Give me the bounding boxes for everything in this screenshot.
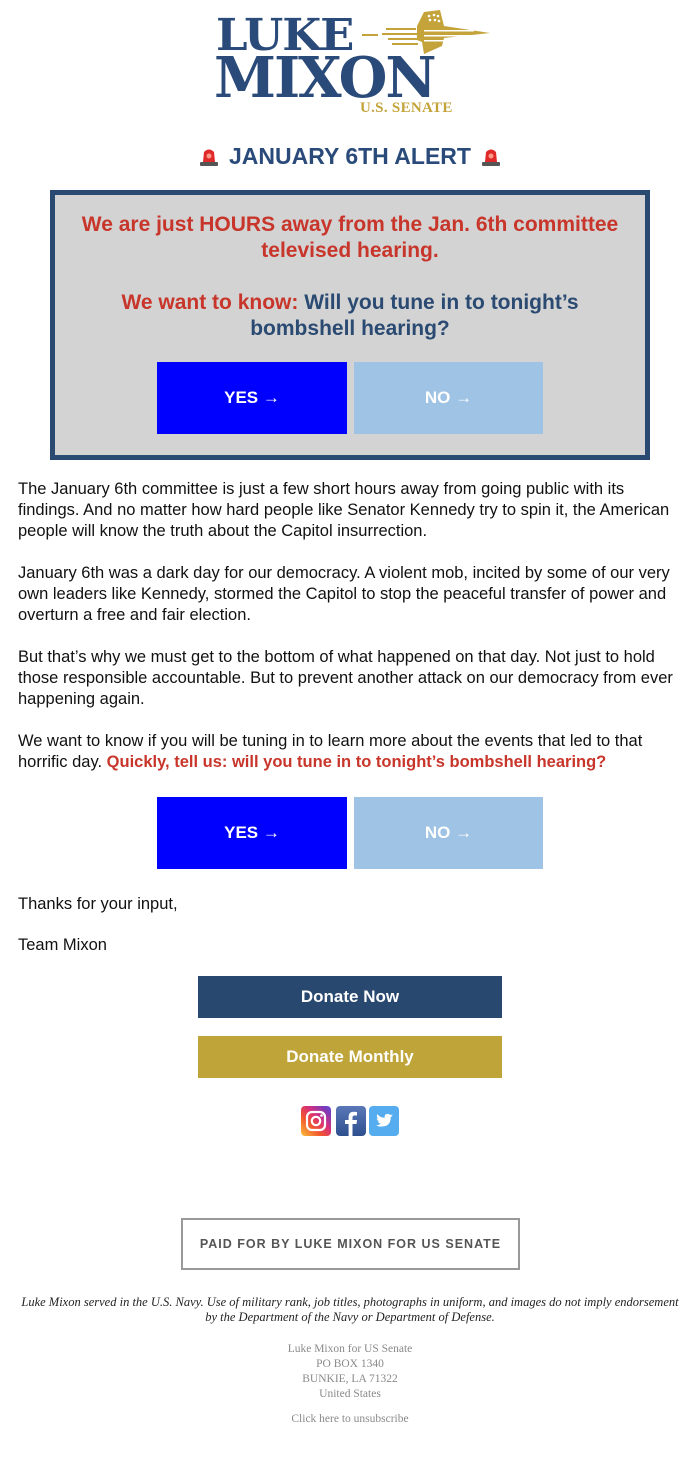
- body-paragraph: January 6th was a dark day for our democ…: [18, 564, 670, 624]
- signoff-text: Thanks for your input,: [18, 895, 178, 913]
- cta-highlight-text: Quickly, tell us: will you tune in to to…: [106, 753, 607, 771]
- alert-question-text: Will you tune in to tonight’s bombshell …: [250, 291, 579, 340]
- twitter-icon[interactable]: [369, 1106, 399, 1136]
- donate-monthly-button[interactable]: Donate Monthly: [198, 1036, 502, 1078]
- paid-for-disclaimer: PAID FOR BY LUKE MIXON FOR US SENATE: [181, 1218, 520, 1270]
- donate-now-button[interactable]: Donate Now: [198, 976, 502, 1018]
- mailing-address: Luke Mixon for US Senate PO BOX 1340 BUN…: [200, 1342, 500, 1402]
- body-paragraph-cta: We want to know if you will be tuning in…: [18, 731, 688, 773]
- alert-question: We want to know: Will you tune in to ton…: [55, 290, 645, 342]
- alert-heading: JANUARY 6TH ALERT: [0, 143, 700, 170]
- yes-button[interactable]: YES →: [157, 362, 347, 434]
- body-paragraph: But that’s why we must get to the bottom…: [18, 648, 673, 708]
- address-line: United States: [319, 1388, 381, 1400]
- no-button-secondary[interactable]: NO →: [354, 797, 543, 869]
- campaign-logo: LUKE MIXON U.S. SENATE: [212, 4, 492, 120]
- logo-last-name: MIXON: [214, 45, 437, 111]
- address-line: BUNKIE, LA 71322: [302, 1373, 398, 1385]
- police-siren-icon: [481, 149, 500, 166]
- body-paragraph: The January 6th committee is just a few …: [18, 480, 670, 540]
- facebook-icon[interactable]: [336, 1106, 366, 1136]
- no-button[interactable]: NO →: [354, 362, 543, 434]
- yes-button-secondary[interactable]: YES →: [157, 797, 347, 869]
- instagram-icon[interactable]: [301, 1106, 331, 1136]
- alert-urgency-text: We are just HOURS away from the Jan. 6th…: [81, 213, 619, 262]
- logo-subtitle: U.S. SENATE: [360, 100, 453, 116]
- signature-text: Team Mixon: [18, 936, 107, 954]
- alert-question-lead: We want to know:: [121, 291, 299, 314]
- address-line: PO BOX 1340: [316, 1358, 384, 1370]
- alert-box: We are just HOURS away from the Jan. 6th…: [50, 190, 650, 460]
- police-siren-icon: [200, 149, 219, 166]
- military-disclaimer: Luke Mixon served in the U.S. Navy. Use …: [21, 1295, 679, 1324]
- alert-heading-text: JANUARY 6TH ALERT: [229, 143, 471, 169]
- address-line: Luke Mixon for US Senate: [287, 1343, 413, 1355]
- unsubscribe-link[interactable]: Click here to unsubscribe: [200, 1413, 500, 1425]
